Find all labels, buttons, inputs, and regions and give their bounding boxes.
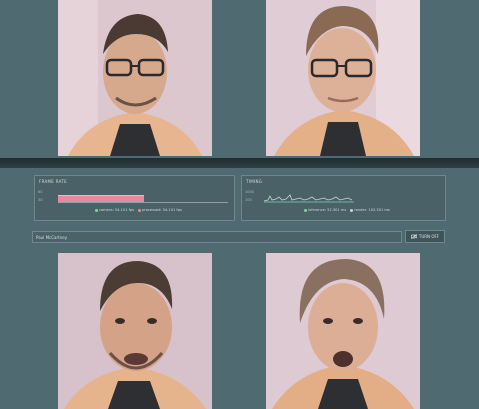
output-feed-right (266, 253, 420, 409)
legend-inference: inference: 52.301 ms (304, 208, 346, 212)
frame-rate-baseline (58, 202, 228, 203)
frame-rate-bar (58, 195, 144, 202)
timing-sparkline (264, 194, 354, 203)
section-divider (0, 158, 479, 168)
render-dot-icon (350, 208, 354, 212)
timing-y-bottom: 100 (245, 198, 252, 202)
turn-off-label: TURN OFF (418, 234, 440, 239)
legend-camera: camera: 54.101 fps (95, 208, 134, 212)
processed-dot-icon (138, 208, 142, 212)
legend-render: render: 102.301 ms (350, 208, 390, 212)
frame-rate-legend: camera: 54.101 fps processed: 54.101 fps (95, 208, 182, 212)
timing-panel: TIMING 1000 100 inference: 52.301 ms ren… (241, 175, 446, 221)
output-feed-left (58, 253, 212, 409)
camera-dot-icon (95, 208, 98, 212)
timing-legend: inference: 52.301 ms render: 102.301 ms (304, 208, 390, 212)
frame-rate-y-bottom: 30 (38, 198, 43, 202)
target-name-input[interactable] (32, 231, 402, 243)
camera-off-icon (410, 234, 417, 239)
legend-processed: processed: 54.101 fps (138, 208, 182, 212)
source-camera-feed-left (58, 0, 212, 156)
timing-title: TIMING (246, 179, 263, 184)
frame-rate-panel: FRAME RATE 60 30 camera: 54.101 fps proc… (34, 175, 235, 221)
frame-rate-title: FRAME RATE (39, 179, 67, 184)
frame-rate-y-top: 60 (38, 190, 43, 194)
timing-y-top: 1000 (245, 190, 254, 194)
swapped-face-feed-right (266, 0, 420, 156)
turn-off-button[interactable]: TURN OFF (405, 230, 445, 243)
inference-dot-icon (304, 208, 307, 212)
